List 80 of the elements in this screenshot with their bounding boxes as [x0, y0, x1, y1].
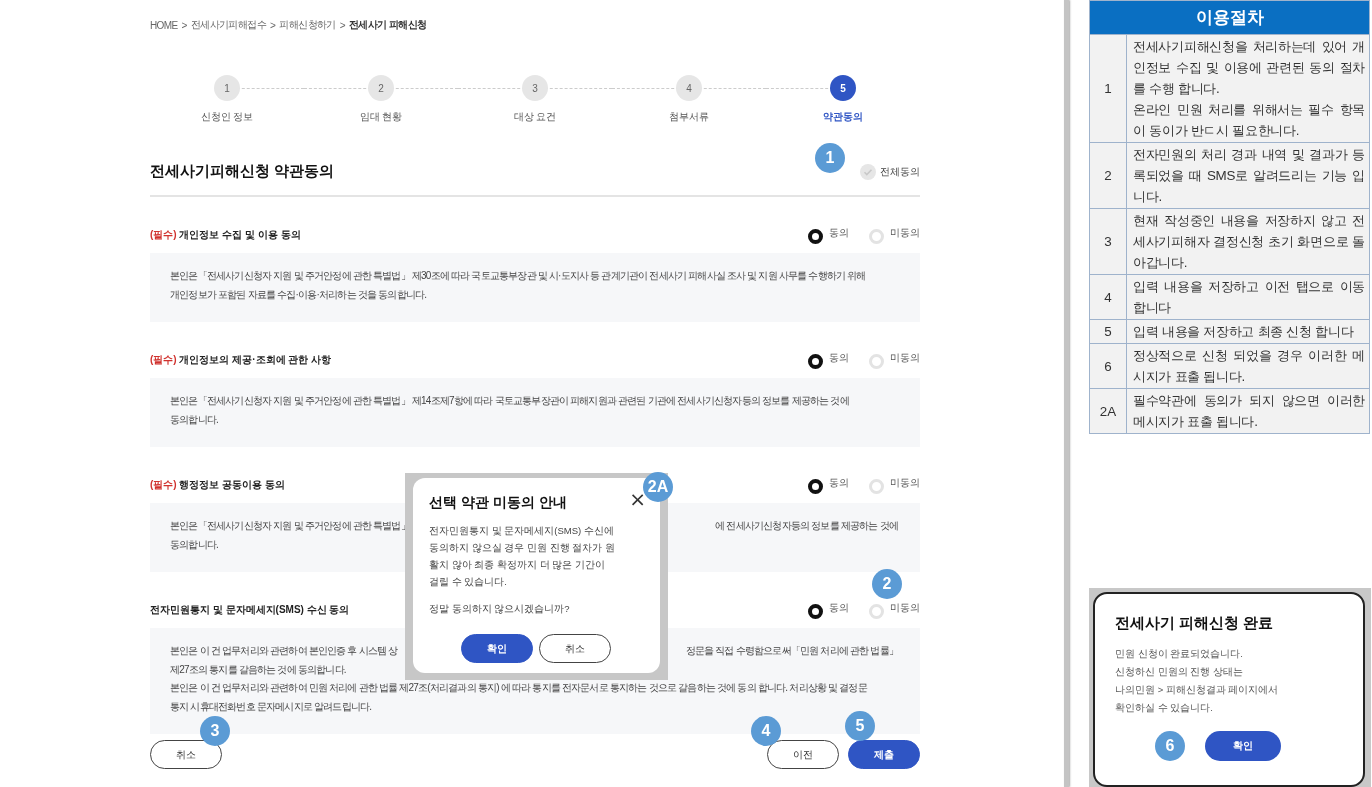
terms-text: 에 전세사기신청자등의 정보를 제공하는 것에: [715, 519, 898, 533]
step-label: 첨부서류: [669, 110, 709, 124]
close-button[interactable]: ×: [629, 488, 646, 510]
radio-option[interactable]: 동의: [808, 476, 849, 494]
radio-option[interactable]: 미동의: [869, 476, 920, 494]
terms-text: 본인은「전세사기신청자 지원 및 주거안정에 관한 특별법」 제30조에 따라 국토교통부장관 및 시·도지사 등 관계기관이 전세사기 피해사실 조사 및 지원 사무를 수행하기 위해: [170, 269, 866, 283]
breadcrumb-link[interactable]: 전세사기피해접수: [190, 18, 267, 32]
step-label: 임대 현황: [359, 110, 403, 124]
breadcrumb-link[interactable]: HOME: [150, 19, 178, 31]
step-number: 3: [522, 75, 548, 101]
dialog-title: 전세사기 피해신청 완료: [1115, 614, 1275, 633]
dialog-title: 선택 약관 미동의 안내: [429, 494, 567, 512]
page-title: 전세사기피해신청 약관동의: [150, 162, 335, 181]
cancel-button[interactable]: 취소: [538, 634, 611, 663]
step-number: 4: [676, 75, 702, 101]
radio-option[interactable]: 미동의: [869, 351, 920, 369]
breadcrumb-current: 전세사기 피해신청: [348, 18, 427, 32]
section-title: (필수) 행정정보 공동이용 동의: [150, 478, 285, 492]
radio-option[interactable]: 동의: [808, 226, 849, 244]
callout-badge: 1: [815, 142, 845, 173]
terms-text: 동의합니다.: [170, 537, 218, 552]
step-number: 5: [830, 75, 856, 101]
breadcrumb-separator: >: [181, 19, 187, 31]
terms-text: 본인은「전세사기신청자 지원 및 주거안정에 관한 특별법」 제14조제7항에 따라 국토교통부장관이 피해지원과 관련된 기관에 전세사기신청자등의 정보를 제공하는 것에: [170, 394, 849, 408]
table-cell: 4: [1089, 274, 1127, 320]
table-cell-text: 입력 내용을 저장하고 이전 탭으로 이동 합니다: [1133, 278, 1365, 317]
table-cell-text: 온라인 민원 처리를 위해서는 필수 항목이 동이가 반ㄷ시 필요한니다.: [1133, 101, 1365, 140]
table-cell-text: 전세사기피해신청을 처리하는데 있어 개인정보 수집 및 이용에 관련된 동의 절차를 수행 합니다.: [1133, 38, 1365, 98]
dialog-message: 정말 동의하지 않으시겠습니까?: [429, 602, 571, 616]
terms-text: 동의합니다.: [170, 412, 218, 427]
table-cell-text: 입력 내용을 저장하고 최종 신청 합니다: [1133, 323, 1355, 341]
action-button[interactable]: 취소: [150, 740, 222, 769]
table-cell-text: 필수약관에 동의가 되지 않으면 이러한 메시지가 표출 됩니다.: [1133, 392, 1365, 431]
table-cell: 2: [1089, 142, 1127, 209]
callout-badge: 6: [1155, 731, 1185, 761]
table-cell: 6: [1089, 343, 1127, 389]
table-cell: 5: [1089, 319, 1127, 344]
dialog-message: 민원 신청이 완료되었습니다.: [1115, 647, 1244, 661]
table-cell: 3: [1089, 208, 1127, 275]
terms-text: 본인은 이 건 업무처리와 관련하여 본인인증 후 시스템 상: [170, 644, 398, 658]
radio-option[interactable]: 미동의: [869, 601, 920, 619]
confirm-button[interactable]: 확인: [460, 634, 533, 663]
breadcrumb-separator: >: [270, 19, 276, 31]
callout-badge: 2A: [643, 472, 673, 502]
table-cell: 1: [1089, 34, 1127, 143]
table-cell: 2A: [1089, 388, 1127, 434]
table-header: 이용절차: [1089, 0, 1370, 35]
step-number: 2: [368, 75, 394, 101]
section-title: (필수) 개인정보 수집 및 이용 동의: [150, 228, 301, 242]
table-cell-text: 현재 작성중인 내용을 저장하지 않고 전세사기피해자 결정신청 초기 화면으로 돌아갑니다.: [1133, 212, 1365, 272]
dialog-message: 확인하실 수 있습니다.: [1115, 701, 1214, 715]
terms-text: 본인은「전세사기신청자 지원 및 주거안정에 관한 특별법」: [170, 519, 410, 533]
confirm-button[interactable]: 확인: [1205, 731, 1281, 761]
step-label: 대상 요건: [513, 110, 557, 124]
dialog-message: 신청하신 민원의 진행 상태는: [1115, 665, 1244, 679]
terms-text: 본인은 이 건 업무처리와 관련하여 민원 처리에 관한 법률 제27조(처리결과의 통지) 에 따라 통지를 전자문서로 통지하는 것으로 갈음하는 것에 동의 합니다. 처리상황 및 결정문: [170, 681, 867, 695]
radio-option[interactable]: 동의: [808, 351, 849, 369]
action-button[interactable]: 이전: [767, 740, 839, 769]
section-title: 전자민원통지 및 문자메세지(SMS) 수신 동의: [150, 603, 350, 617]
terms-text: 제27조의 통지를 갈음하는 것에 동의합니다.: [170, 662, 346, 677]
table-cell-text: 정상적으로 신청 되었을 경우 이러한 메시지가 표출 됩니다.: [1133, 347, 1365, 386]
breadcrumb-separator: >: [339, 19, 345, 31]
submit-button[interactable]: 제출: [848, 740, 920, 769]
check-circle-icon[interactable]: [860, 163, 876, 180]
terms-text: 정문을 직접 수령함으로써「민원 처리에 관한 법률」: [685, 644, 898, 658]
step-label: 약관동의: [823, 110, 863, 124]
dialog-message: 나의민원 > 피해신청결과 페이지에서: [1115, 683, 1280, 697]
radio-option[interactable]: 동의: [808, 601, 849, 619]
dialog-message: 전자민원통지 및 문자메세지(SMS) 수신에 동의하지 않으실 경우 민원 진행 절차가 원활치 않아 최종 확정까지 더 많은 기간이 걸릴 수 있습니다.: [429, 524, 615, 589]
radio-option[interactable]: 미동의: [869, 226, 920, 244]
step-number: 1: [214, 75, 240, 101]
breadcrumb-link[interactable]: 피해신청하기: [279, 18, 336, 32]
table-cell-text: 전자민원의 처리 경과 내역 및 결과가 등록되었을 때 SMS로 알려드리는 기능 입니다.: [1133, 146, 1365, 206]
terms-text: 개인정보가 포함된 자료를 수집·이용·처리하는 것을 동의합니다.: [170, 287, 427, 302]
callout-badge: 2: [872, 569, 902, 599]
agree-all-label[interactable]: 전체동의: [880, 164, 920, 179]
section-title: (필수) 개인정보의 제공·조회에 관한 사항: [150, 353, 332, 367]
terms-text: 통지 시휴대전화번호 문자메시지로 알려드립니다.: [170, 699, 372, 714]
step-label: 신청인 정보: [200, 110, 254, 124]
callout-badge: 5: [845, 711, 875, 741]
